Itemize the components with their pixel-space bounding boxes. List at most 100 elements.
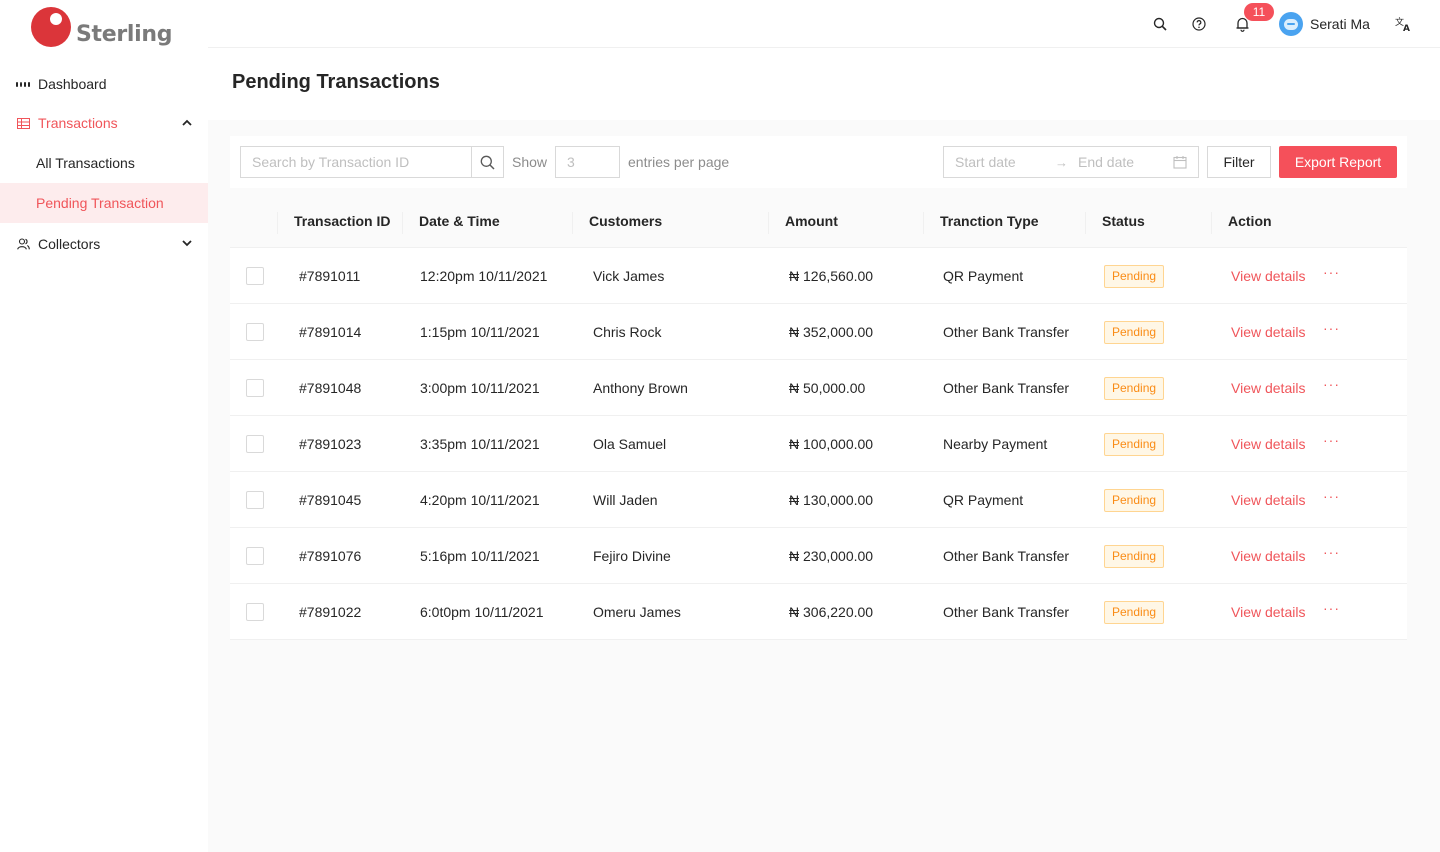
transaction-amount: ₦ 50,000.00 bbox=[789, 380, 866, 396]
sidebar-item-label: Transactions bbox=[38, 115, 118, 131]
transaction-datetime: 12:20pm 10/11/2021 bbox=[420, 268, 548, 284]
more-options-icon[interactable]: ··· bbox=[1323, 432, 1340, 448]
customer-name: Anthony Brown bbox=[593, 380, 688, 396]
calendar-icon bbox=[1173, 155, 1187, 172]
row-checkbox[interactable] bbox=[246, 547, 264, 565]
translate-icon[interactable]: 文A bbox=[1393, 14, 1413, 34]
column-header-status: Status bbox=[1102, 213, 1145, 229]
transaction-amount: ₦ 100,000.00 bbox=[789, 436, 874, 452]
transaction-type: QR Payment bbox=[943, 492, 1024, 508]
view-details-link[interactable]: View details bbox=[1231, 492, 1305, 508]
transaction-id: #7891014 bbox=[299, 324, 362, 340]
row-checkbox[interactable] bbox=[246, 491, 264, 509]
status-badge: Pending bbox=[1104, 601, 1165, 624]
more-options-icon[interactable]: ··· bbox=[1323, 600, 1340, 616]
row-checkbox[interactable] bbox=[246, 323, 264, 341]
show-label: Show bbox=[512, 154, 548, 170]
view-details-link[interactable]: View details bbox=[1231, 268, 1305, 284]
table-row: #7891045 4:20pm 10/11/2021 Will Jaden ₦ … bbox=[230, 472, 1407, 528]
more-options-icon[interactable]: ··· bbox=[1323, 488, 1340, 504]
transaction-id: #7891048 bbox=[299, 380, 362, 396]
status-badge: Pending bbox=[1104, 489, 1165, 512]
row-checkbox[interactable] bbox=[246, 267, 264, 285]
column-divider bbox=[1211, 212, 1212, 234]
sterling-logo[interactable]: Sterling bbox=[31, 7, 173, 47]
notification-badge: 11 bbox=[1244, 3, 1274, 21]
sidebar-item-transactions[interactable]: Transactions bbox=[0, 103, 208, 143]
column-header-date-time: Date & Time bbox=[419, 213, 500, 229]
column-header-action: Action bbox=[1228, 213, 1272, 229]
column-divider bbox=[277, 212, 278, 234]
view-details-link[interactable]: View details bbox=[1231, 380, 1305, 396]
table-row: #7891076 5:16pm 10/11/2021 Fejiro Divine… bbox=[230, 528, 1407, 584]
column-header-transaction-id: Transaction ID bbox=[294, 213, 391, 229]
column-divider bbox=[402, 212, 403, 234]
sidebar-item-dashboard[interactable]: Dashboard bbox=[0, 64, 208, 104]
transaction-amount: ₦ 230,000.00 bbox=[789, 548, 874, 564]
view-details-link[interactable]: View details bbox=[1231, 436, 1305, 452]
transaction-id: #7891011 bbox=[299, 268, 361, 284]
entries-per-page-input[interactable] bbox=[555, 146, 620, 178]
more-options-icon[interactable]: ··· bbox=[1323, 544, 1340, 560]
table-header: Transaction ID Date & Time Customers Amo… bbox=[230, 196, 1407, 248]
transaction-id: #7891023 bbox=[299, 436, 362, 452]
transaction-type: Other Bank Transfer bbox=[943, 604, 1070, 620]
table-icon bbox=[16, 116, 30, 130]
more-options-icon[interactable]: ··· bbox=[1323, 376, 1340, 392]
row-checkbox[interactable] bbox=[246, 379, 264, 397]
transaction-type: Other Bank Transfer bbox=[943, 548, 1070, 564]
export-report-button[interactable]: Export Report bbox=[1279, 146, 1397, 178]
transaction-datetime: 3:00pm 10/11/2021 bbox=[420, 380, 540, 396]
user-name: Serati Ma bbox=[1310, 16, 1370, 32]
view-details-link[interactable]: View details bbox=[1231, 548, 1305, 564]
customer-name: Chris Rock bbox=[593, 324, 662, 340]
filter-button[interactable]: Filter bbox=[1207, 146, 1271, 178]
avatar bbox=[1279, 12, 1303, 36]
view-details-link[interactable]: View details bbox=[1231, 324, 1305, 340]
chevron-up-icon bbox=[182, 118, 192, 129]
start-date-field[interactable]: Start date bbox=[955, 154, 1016, 170]
search-input[interactable] bbox=[240, 146, 472, 178]
arrow-right-icon: → bbox=[1055, 154, 1068, 170]
customer-name: Ola Samuel bbox=[593, 436, 667, 452]
date-range-picker[interactable]: Start date → End date bbox=[943, 146, 1199, 178]
transaction-datetime: 1:15pm 10/11/2021 bbox=[420, 324, 540, 340]
status-badge: Pending bbox=[1104, 433, 1165, 456]
sidebar: Sterling Dashboard Transactions All Tran… bbox=[0, 0, 208, 852]
transaction-amount: ₦ 306,220.00 bbox=[789, 604, 874, 620]
sidebar-item-collectors[interactable]: Collectors bbox=[0, 224, 208, 264]
transaction-amount: ₦ 126,560.00 bbox=[789, 268, 874, 284]
transaction-datetime: 6:0t0pm 10/11/2021 bbox=[420, 604, 544, 620]
transaction-id: #7891076 bbox=[299, 548, 362, 564]
entries-per-page-label: entries per page bbox=[628, 154, 730, 170]
column-divider bbox=[923, 212, 924, 234]
sidebar-item-label: All Transactions bbox=[36, 155, 135, 171]
table-row: #7891014 1:15pm 10/11/2021 Chris Rock ₦ … bbox=[230, 304, 1407, 360]
logo-mark-icon bbox=[31, 7, 71, 47]
end-date-field[interactable]: End date bbox=[1078, 154, 1134, 170]
view-details-link[interactable]: View details bbox=[1231, 604, 1305, 620]
row-checkbox[interactable] bbox=[246, 603, 264, 621]
table-row: #7891022 6:0t0pm 10/11/2021 Omeru James … bbox=[230, 584, 1407, 640]
transactions-table: Transaction ID Date & Time Customers Amo… bbox=[230, 196, 1407, 640]
sidebar-item-all-transactions[interactable]: All Transactions bbox=[0, 143, 208, 183]
more-options-icon[interactable]: ··· bbox=[1323, 320, 1340, 336]
status-badge: Pending bbox=[1104, 545, 1165, 568]
row-checkbox[interactable] bbox=[246, 435, 264, 453]
page-header: Pending Transactions bbox=[208, 49, 1440, 120]
search-icon bbox=[480, 155, 495, 170]
user-menu[interactable]: Serati Ma bbox=[1279, 12, 1370, 36]
search-icon[interactable] bbox=[1150, 14, 1170, 34]
search-button[interactable] bbox=[471, 146, 504, 178]
status-badge: Pending bbox=[1104, 265, 1165, 288]
sidebar-item-pending-transaction[interactable]: Pending Transaction bbox=[0, 183, 208, 223]
more-options-icon[interactable]: ··· bbox=[1323, 264, 1340, 280]
chevron-down-icon bbox=[182, 239, 192, 250]
transaction-type: Other Bank Transfer bbox=[943, 324, 1070, 340]
main-content: Pending Transactions Show entries per pa… bbox=[208, 49, 1440, 852]
column-header-amount: Amount bbox=[785, 213, 838, 229]
column-header-transaction-type: Tranction Type bbox=[940, 213, 1039, 229]
transaction-amount: ₦ 130,000.00 bbox=[789, 492, 874, 508]
help-icon[interactable] bbox=[1189, 14, 1209, 34]
table-row: #7891023 3:35pm 10/11/2021 Ola Samuel ₦ … bbox=[230, 416, 1407, 472]
